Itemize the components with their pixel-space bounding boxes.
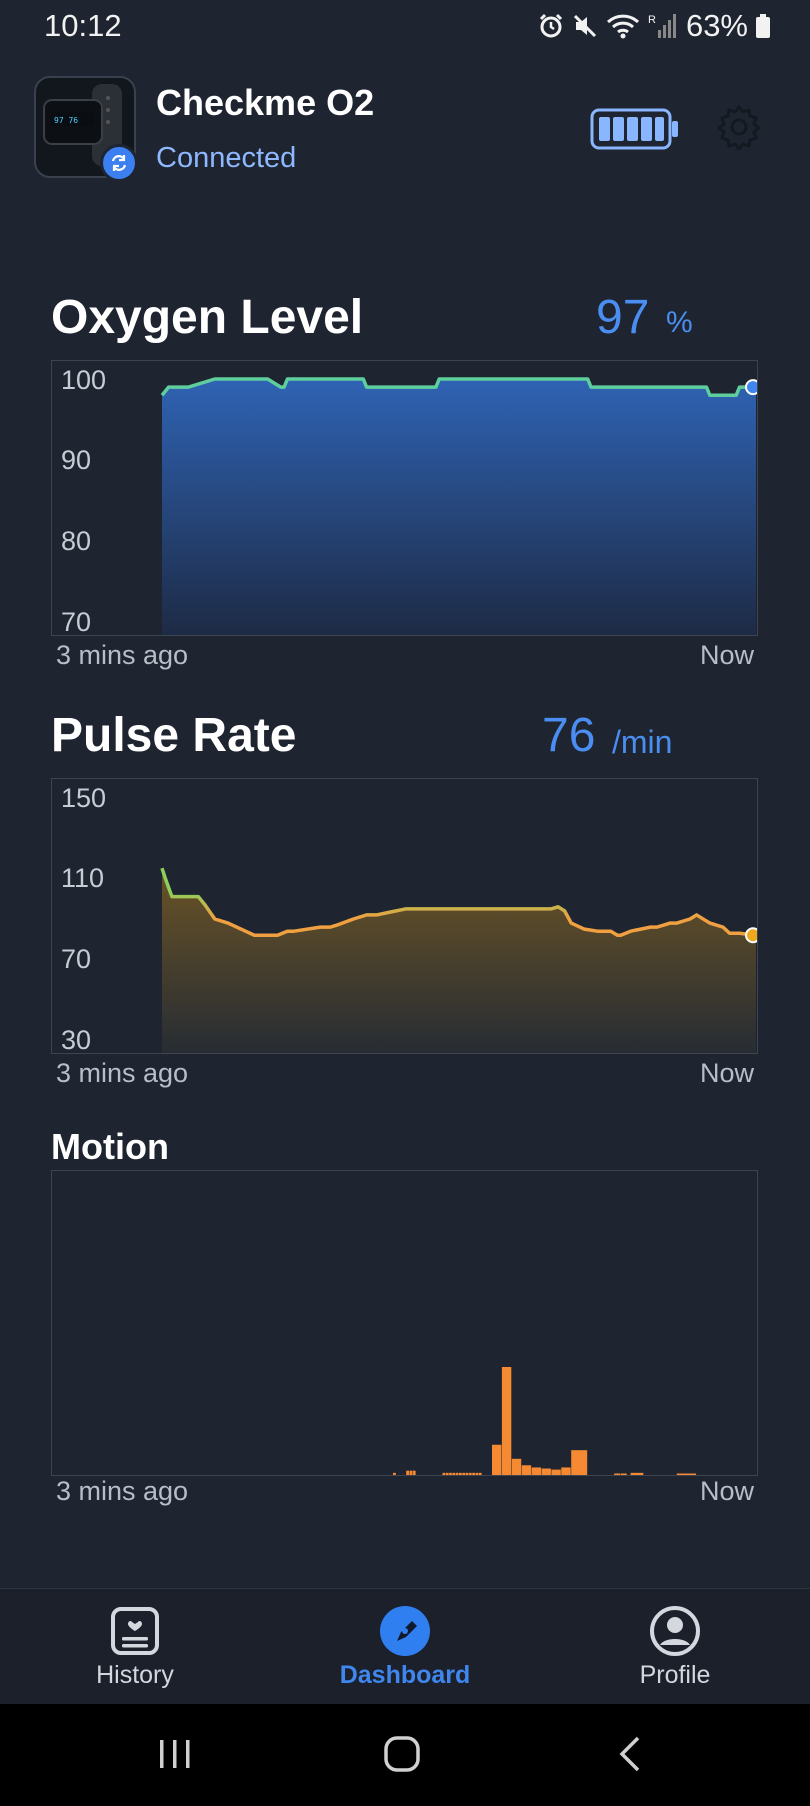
motion-bar (412, 1470, 416, 1475)
motion-bar (475, 1472, 479, 1475)
mute-icon (572, 13, 598, 39)
motion-bar (620, 1473, 627, 1475)
motion-bar (465, 1472, 469, 1475)
motion-bar (501, 1367, 512, 1475)
motion-bar (551, 1469, 561, 1475)
pulse-start-label: 3 mins ago (56, 1058, 189, 1088)
recents-button[interactable] (156, 1734, 194, 1779)
motion-bar (571, 1450, 588, 1475)
oxygen-chart: 100 90 80 70 (51, 360, 758, 636)
motion-bar (468, 1472, 472, 1475)
motion-bar (445, 1472, 449, 1475)
back-button[interactable] (612, 1734, 648, 1779)
motion-bar (455, 1472, 459, 1475)
pulse-end-label: Now (699, 1058, 754, 1088)
pulse-current-point (745, 927, 757, 944)
motion-chart (51, 1170, 758, 1476)
motion-bar (452, 1472, 456, 1475)
system-nav-bar (0, 1704, 810, 1806)
pulse-chart: 150 110 70 30 (51, 778, 758, 1054)
motion-chart-svg (393, 1367, 697, 1475)
oxygen-current-point (745, 379, 757, 396)
tab-dashboard[interactable]: Dashboard (305, 1589, 505, 1705)
gear-icon[interactable] (716, 104, 762, 155)
home-button[interactable] (382, 1734, 422, 1779)
battery-icon (756, 14, 770, 38)
oxygen-area (162, 379, 756, 635)
motion-end-label: Now (699, 1476, 754, 1506)
oxygen-y-tick: 70 (61, 607, 92, 636)
oxygen-end-label: Now (699, 640, 754, 670)
connection-status: Connected (156, 142, 297, 174)
motion-bar (492, 1444, 502, 1475)
motion-start-label: 3 mins ago (56, 1476, 189, 1506)
sync-icon (100, 144, 138, 182)
bottom-tab-bar: History Dashboard Profile (0, 1588, 810, 1705)
motion-bar (630, 1472, 644, 1475)
motion-bar (541, 1468, 551, 1475)
motion-bar (393, 1472, 396, 1475)
oxygen-y-tick: 80 (61, 526, 92, 556)
tab-history[interactable]: History (35, 1589, 235, 1705)
motion-bar (531, 1467, 541, 1475)
pulse-y-tick: 30 (61, 1025, 92, 1054)
motion-bar (472, 1472, 475, 1475)
motion-bar (561, 1467, 571, 1475)
motion-bar (406, 1470, 409, 1475)
tab-profile[interactable]: Profile (575, 1589, 775, 1705)
tab-profile-label: Profile (639, 1661, 711, 1689)
motion-bar (442, 1472, 446, 1475)
signal-icon: R (648, 12, 678, 40)
motion-bar (462, 1472, 466, 1475)
pulse-chart-svg (160, 867, 757, 1053)
oxygen-start-label: 3 mins ago (56, 640, 189, 670)
dashboard-icon (379, 1605, 431, 1662)
pulse-title: Pulse Rate (51, 709, 297, 762)
motion-bar (511, 1458, 522, 1475)
pulse-value: 76 (542, 709, 596, 762)
oxygen-y-tick: 90 (61, 445, 92, 475)
battery-percent: 63% (685, 8, 748, 43)
status-icons: R 63% (538, 8, 770, 44)
pulse-unit: /min (612, 724, 673, 760)
pulse-y-tick: 110 (61, 863, 105, 893)
device-battery-icon (590, 108, 680, 155)
pulse-y-tick: 70 (61, 944, 92, 974)
pulse-area (162, 868, 756, 1053)
tab-dashboard-label: Dashboard (339, 1661, 471, 1689)
motion-bar (614, 1473, 621, 1475)
motion-bar (449, 1472, 452, 1475)
svg-text:R: R (648, 14, 656, 26)
svg-text:97 76: 97 76 (54, 116, 78, 125)
status-time: 10:12 (44, 8, 122, 43)
profile-icon (649, 1605, 701, 1662)
motion-bar (676, 1473, 697, 1475)
tab-history-label: History (96, 1661, 174, 1689)
motion-bar (478, 1472, 482, 1475)
wifi-icon (606, 13, 640, 39)
oxygen-chart-svg (160, 377, 757, 635)
status-bar: 10:12 R 63% (0, 0, 810, 56)
motion-bar (409, 1470, 413, 1475)
device-name: Checkme O2 (156, 82, 375, 123)
history-icon (109, 1605, 161, 1662)
oxygen-value: 97 (596, 291, 650, 344)
motion-bar (521, 1465, 532, 1475)
oxygen-title: Oxygen Level (51, 291, 364, 344)
oxygen-y-tick: 100 (61, 365, 107, 395)
motion-title: Motion (51, 1126, 169, 1167)
motion-bar (459, 1472, 462, 1475)
pulse-y-tick: 150 (61, 783, 107, 813)
oxygen-unit: % (666, 306, 693, 339)
alarm-icon (538, 13, 564, 39)
